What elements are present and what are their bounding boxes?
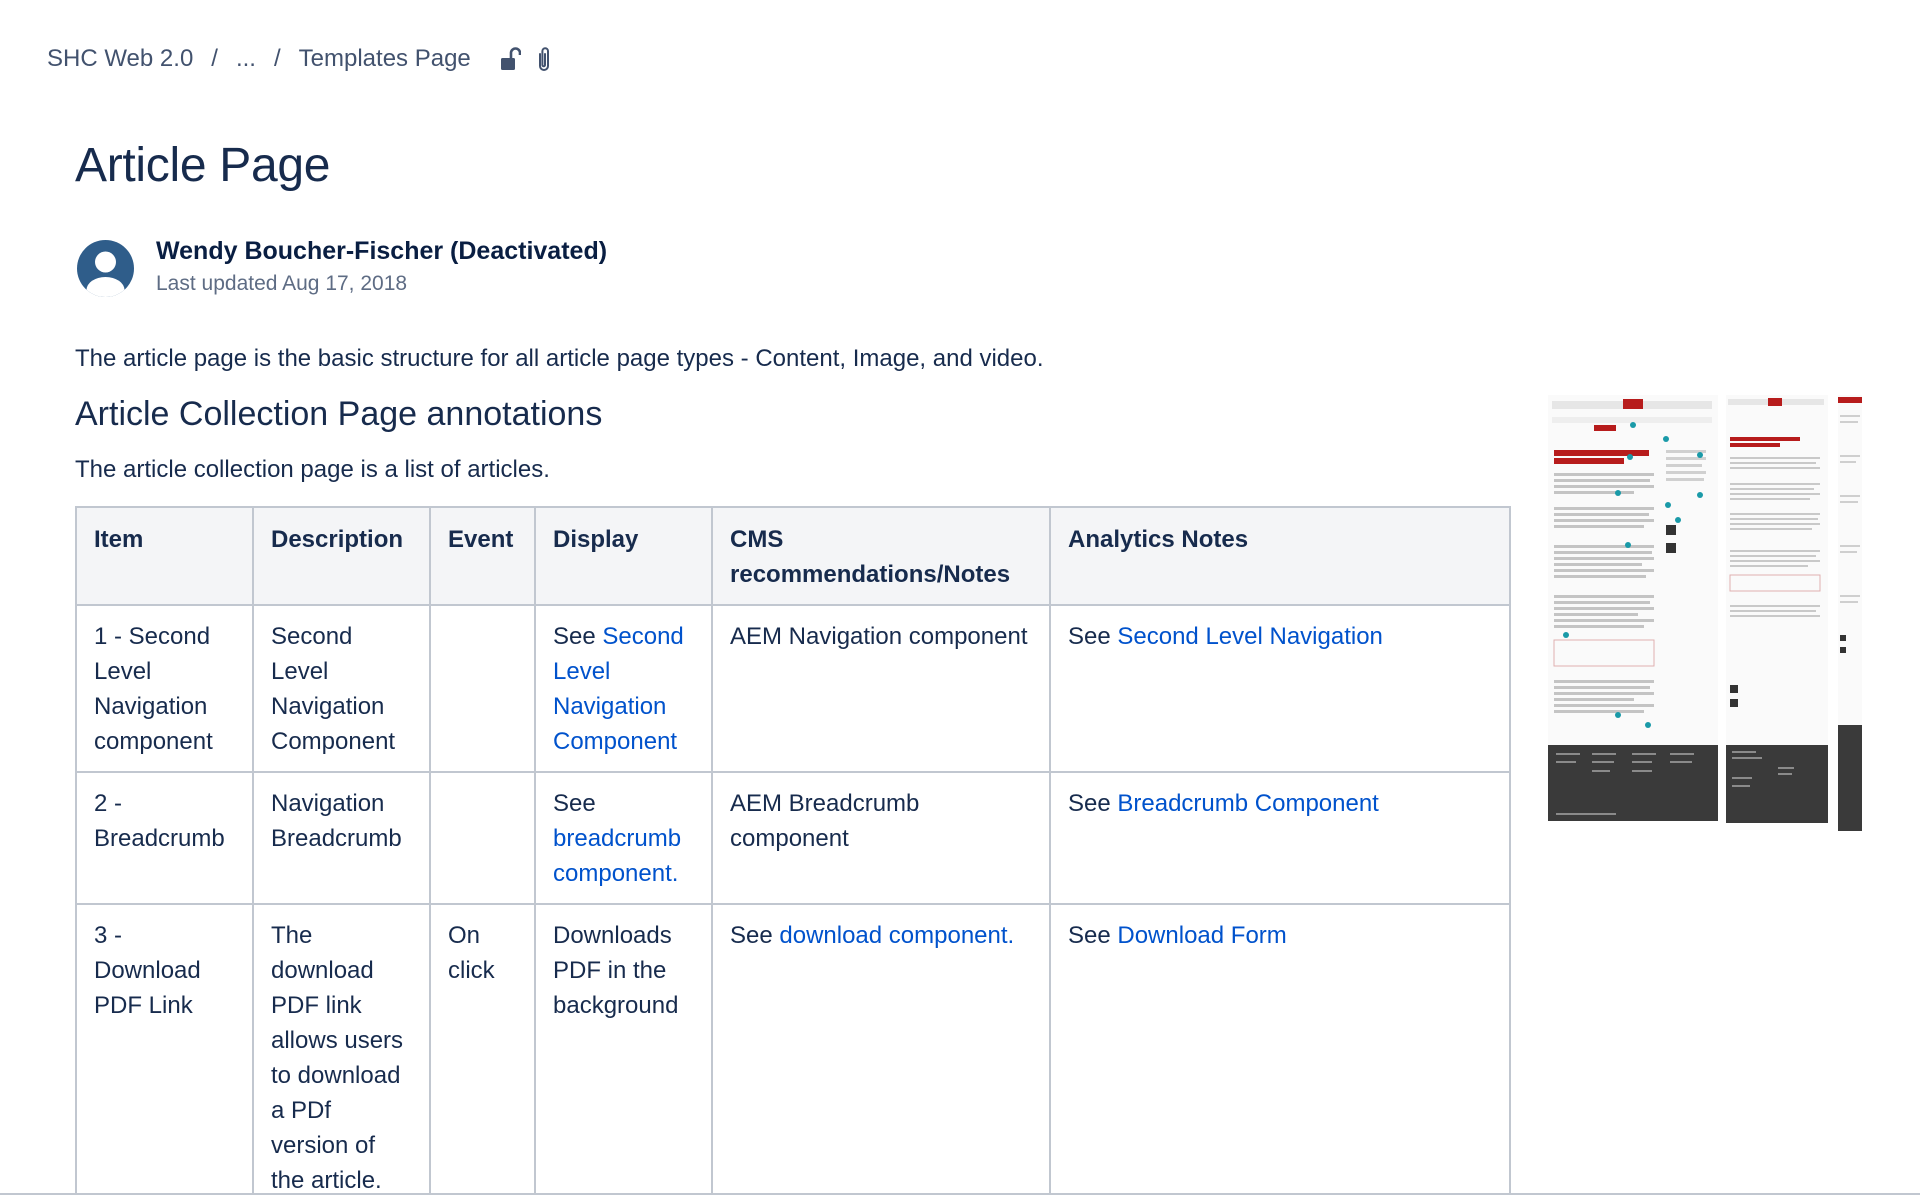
analytics-link[interactable]: Breadcrumb Component: [1117, 790, 1378, 817]
cell-description: Second Level Navigation Component: [252, 604, 431, 773]
breadcrumb-parent-link[interactable]: Templates Page: [299, 45, 471, 73]
intro-paragraph: The article page is the basic structure …: [75, 345, 1044, 372]
cell-text: See: [1068, 922, 1118, 949]
cell-text: See: [1068, 623, 1118, 650]
column-header-display: Display: [534, 506, 713, 606]
annotations-table: Item Description Event Display CMS recom…: [75, 506, 1511, 1195]
cell-description: The download PDF link allows users to do…: [252, 903, 431, 1195]
column-header-event: Event: [429, 506, 536, 606]
cell-description: Navigation Breadcrumb: [252, 771, 431, 905]
cell-item: 1 - Second Level Navigation component: [75, 604, 254, 773]
breadcrumb-space-link[interactable]: SHC Web 2.0: [47, 45, 193, 73]
cell-analytics-notes: See Breadcrumb Component: [1049, 771, 1511, 905]
paperclip-icon[interactable]: [531, 44, 557, 74]
cell-text: Downloads PDF in the background: [553, 922, 679, 1019]
cell-text: AEM Breadcrumb component: [730, 790, 920, 852]
analytics-link[interactable]: Download Form: [1117, 922, 1286, 949]
cell-cms-notes: AEM Navigation component: [711, 604, 1051, 773]
column-header-item: Item: [75, 506, 254, 606]
breadcrumb-separator: /: [211, 45, 218, 72]
cell-display: Downloads PDF in the background: [534, 903, 713, 1195]
cell-text: See: [730, 922, 780, 949]
cell-item: 3 - Download PDF Link: [75, 903, 254, 1195]
template-thumbnail-image[interactable]: [1548, 395, 1862, 831]
section-heading: Article Collection Page annotations: [75, 395, 603, 433]
cell-text: See: [553, 790, 596, 817]
column-header-cms-notes: CMS recommendations/Notes: [711, 506, 1051, 606]
page-title: Article Page: [75, 139, 331, 192]
cell-analytics-notes: See Second Level Navigation: [1049, 604, 1511, 773]
author-name[interactable]: Wendy Boucher-Fischer (Deactivated): [156, 237, 607, 265]
breadcrumb-separator: /: [273, 45, 281, 72]
confluence-page: SHC Web 2.0 / ... / Templates Page Artic…: [0, 0, 1920, 1195]
table-header-row: Item Description Event Display CMS recom…: [75, 506, 1511, 606]
cell-cms-notes: See download component.: [711, 903, 1051, 1195]
cell-event: [429, 604, 536, 773]
cell-text: AEM Navigation component: [730, 623, 1028, 650]
table-row: 1 - Second Level Navigation component Se…: [75, 604, 1511, 773]
analytics-link[interactable]: Second Level Navigation: [1117, 623, 1383, 650]
byline-text: Wendy Boucher-Fischer (Deactivated) Last…: [156, 237, 607, 297]
cell-display: See Second Level Navigation Component: [534, 604, 713, 773]
table-row: 3 - Download PDF Link The download PDF l…: [75, 903, 1511, 1195]
breadcrumb-ellipsis-link[interactable]: ...: [236, 45, 256, 73]
cell-text: See: [553, 623, 603, 650]
column-header-description: Description: [252, 506, 431, 606]
column-header-analytics-notes: Analytics Notes: [1049, 506, 1511, 606]
display-link[interactable]: breadcrumb component.: [553, 825, 681, 887]
cell-display: See breadcrumb component.: [534, 771, 713, 905]
last-updated[interactable]: Last updated Aug 17, 2018: [156, 271, 607, 297]
cell-event: [429, 771, 536, 905]
breadcrumb: SHC Web 2.0 / ... / Templates Page: [47, 44, 557, 74]
cms-link[interactable]: download component.: [779, 922, 1014, 949]
cell-event: On click: [429, 903, 536, 1195]
section-description: The article collection page is a list of…: [75, 456, 550, 483]
table-row: 2 - Breadcrumb Navigation Breadcrumb See…: [75, 771, 1511, 905]
page-byline: Wendy Boucher-Fischer (Deactivated) Last…: [77, 237, 607, 297]
unlocked-padlock-icon[interactable]: [497, 44, 523, 74]
cell-item: 2 - Breadcrumb: [75, 771, 254, 905]
cell-text: See: [1068, 790, 1118, 817]
cell-analytics-notes: See Download Form: [1049, 903, 1511, 1195]
cell-cms-notes: AEM Breadcrumb component: [711, 771, 1051, 905]
page-meta-icons: [497, 44, 557, 74]
user-avatar-icon[interactable]: [77, 240, 134, 297]
